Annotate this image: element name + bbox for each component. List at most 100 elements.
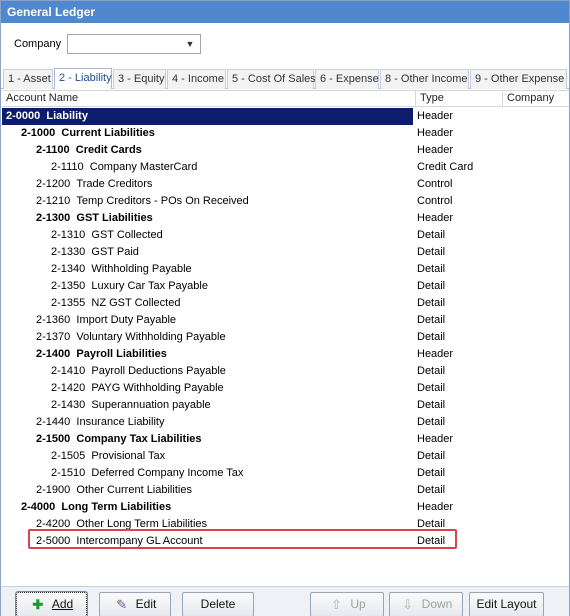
account-type-tabs: 1 - Asset 2 - Liability 3 - Equity 4 - I… — [1, 68, 569, 89]
tab-cost-of-sales[interactable]: 5 - Cost Of Sales — [227, 69, 316, 89]
account-name-cell: 2-1355 NZ GST Collected — [2, 295, 413, 312]
table-row[interactable]: 2-1300 GST Liabilities Header — [2, 210, 569, 227]
edit-button[interactable]: ✎ Edit — [99, 592, 171, 616]
delete-button-label: Delete — [200, 597, 236, 611]
account-label: Luxury Car Tax Payable — [91, 280, 208, 292]
account-label: Voluntary Withholding Payable — [76, 331, 226, 343]
add-button[interactable]: ✚ Add — [15, 591, 88, 616]
account-type-cell: Detail — [417, 331, 446, 343]
account-name-cell: 2-1210 Temp Creditors - POs On Received — [2, 193, 413, 210]
account-code: 2-1505 — [51, 450, 86, 462]
account-type-cell: Control — [417, 178, 453, 190]
up-button-label: Up — [350, 597, 366, 611]
account-name-cell: 2-1505 Provisional Tax — [2, 448, 413, 465]
account-label: Trade Creditors — [76, 178, 153, 190]
tab-expense[interactable]: 6 - Expense — [315, 69, 379, 89]
column-company[interactable]: Company — [503, 91, 569, 107]
account-code: 2-0000 — [6, 110, 41, 122]
chevron-down-icon[interactable]: ▼ — [183, 37, 197, 51]
up-button[interactable]: ⇧ Up — [310, 592, 384, 616]
account-code: 2-1000 — [21, 127, 56, 139]
account-label: GST Collected — [91, 229, 163, 241]
table-row[interactable]: 2-1110 Company MasterCard Credit Card — [2, 159, 569, 176]
account-type-cell: Detail — [417, 467, 446, 479]
account-type-cell: Detail — [417, 314, 446, 326]
account-type-cell: Header — [417, 501, 454, 513]
company-dropdown[interactable]: ▼ — [67, 34, 201, 54]
delete-button[interactable]: Delete — [182, 592, 254, 616]
account-type-cell: Detail — [417, 246, 446, 258]
account-name-cell: 2-1500 Company Tax Liabilities — [2, 431, 413, 448]
account-label: GST Paid — [91, 246, 139, 258]
table-row[interactable]: 2-1410 Payroll Deductions Payable Detail — [2, 363, 569, 380]
account-type-cell: Detail — [417, 382, 446, 394]
account-code: 2-5000 — [36, 535, 71, 547]
table-row[interactable]: 2-1360 Import Duty Payable Detail — [2, 312, 569, 329]
table-row[interactable]: 2-1420 PAYG Withholding Payable Detail — [2, 380, 569, 397]
table-row[interactable]: 2-1210 Temp Creditors - POs On Received C… — [2, 193, 569, 210]
column-account-name[interactable]: Account Name — [2, 91, 416, 107]
account-label: Payroll Deductions Payable — [91, 365, 226, 377]
table-row[interactable]: 2-1355 NZ GST Collected Detail — [2, 295, 569, 312]
account-code: 2-4000 — [21, 501, 56, 513]
account-code: 2-1370 — [36, 331, 71, 343]
table-row[interactable]: 2-1510 Deferred Company Income Tax Detail — [2, 465, 569, 482]
account-code: 2-1360 — [36, 314, 71, 326]
account-code: 2-1100 — [36, 144, 70, 156]
table-row[interactable]: 2-5000 Intercompany GL Account Detail — [2, 533, 569, 550]
table-row[interactable]: 2-1440 Insurance Liability Detail — [2, 414, 569, 431]
filter-area: Company ▼ — [1, 23, 569, 68]
account-type-cell: Detail — [417, 450, 446, 462]
table-row[interactable]: 2-1500 Company Tax Liabilities Header — [2, 431, 569, 448]
account-code: 2-4200 — [36, 518, 71, 530]
account-type-cell: Detail — [417, 263, 446, 275]
account-label: Company MasterCard — [89, 161, 198, 173]
table-row[interactable]: 2-4200 Other Long Term Liabilities Detail — [2, 516, 569, 533]
edit-layout-button[interactable]: Edit Layout — [469, 592, 544, 616]
table-row[interactable]: 2-1900 Other Current Liabilities Detail — [2, 482, 569, 499]
table-row[interactable]: 2-1400 Payroll Liabilities Header — [2, 346, 569, 363]
account-name-cell: 2-1200 Trade Creditors — [2, 176, 413, 193]
edit-icon: ✎ — [116, 596, 128, 612]
column-type[interactable]: Type — [416, 91, 503, 107]
arrow-up-icon: ⇧ — [330, 596, 342, 612]
table-row[interactable]: 2-1370 Voluntary Withholding Payable Deta… — [2, 329, 569, 346]
account-type-cell: Header — [417, 433, 454, 445]
table-row[interactable]: 2-1100 Credit Cards Header — [2, 142, 569, 159]
account-label: Insurance Liability — [76, 416, 165, 428]
table-row[interactable]: 2-1000 Current Liabilities Header — [2, 125, 569, 142]
account-label: Intercompany GL Account — [76, 535, 203, 547]
account-code: 2-1400 — [36, 348, 71, 360]
account-label: PAYG Withholding Payable — [91, 382, 224, 394]
tab-asset[interactable]: 1 - Asset — [3, 69, 53, 89]
account-label: Payroll Liabilities — [76, 348, 167, 360]
table-row[interactable]: 2-4000 Long Term Liabilities Header — [2, 499, 569, 516]
table-row[interactable]: 2-0000 Liability Header — [2, 108, 569, 125]
table-row[interactable]: 2-1340 Withholding Payable Detail — [2, 261, 569, 278]
accounts-grid: Account Name Type Company 2-0000 Liabili… — [2, 90, 569, 586]
account-label: NZ GST Collected — [91, 297, 181, 309]
table-row[interactable]: 2-1430 Superannuation payable Detail — [2, 397, 569, 414]
account-name-cell: 2-1110 Company MasterCard — [2, 159, 413, 176]
table-row[interactable]: 2-1350 Luxury Car Tax Payable Detail — [2, 278, 569, 295]
table-row[interactable]: 2-1200 Trade Creditors Control — [2, 176, 569, 193]
tab-liability[interactable]: 2 - Liability — [54, 68, 112, 89]
tab-equity[interactable]: 3 - Equity — [113, 69, 166, 89]
account-name-cell: 2-1900 Other Current Liabilities — [2, 482, 413, 499]
account-code: 2-1110 — [51, 161, 84, 173]
account-label: Withholding Payable — [91, 263, 192, 275]
tab-other-expense[interactable]: 9 - Other Expense — [470, 69, 567, 89]
account-code: 2-1210 — [36, 195, 71, 207]
account-code: 2-1340 — [51, 263, 86, 275]
table-row[interactable]: 2-1505 Provisional Tax Detail — [2, 448, 569, 465]
account-label: Other Long Term Liabilities — [76, 518, 208, 530]
tab-income[interactable]: 4 - Income — [167, 69, 226, 89]
tab-other-income[interactable]: 8 - Other Income — [380, 69, 469, 89]
table-row[interactable]: 2-1310 GST Collected Detail — [2, 227, 569, 244]
account-name-cell: 2-1340 Withholding Payable — [2, 261, 413, 278]
table-row[interactable]: 2-1330 GST Paid Detail — [2, 244, 569, 261]
down-button[interactable]: ⇩ Down — [389, 592, 463, 616]
account-label: Import Duty Payable — [76, 314, 177, 326]
account-type-cell: Header — [417, 212, 454, 224]
add-icon: ✚ — [32, 596, 44, 612]
